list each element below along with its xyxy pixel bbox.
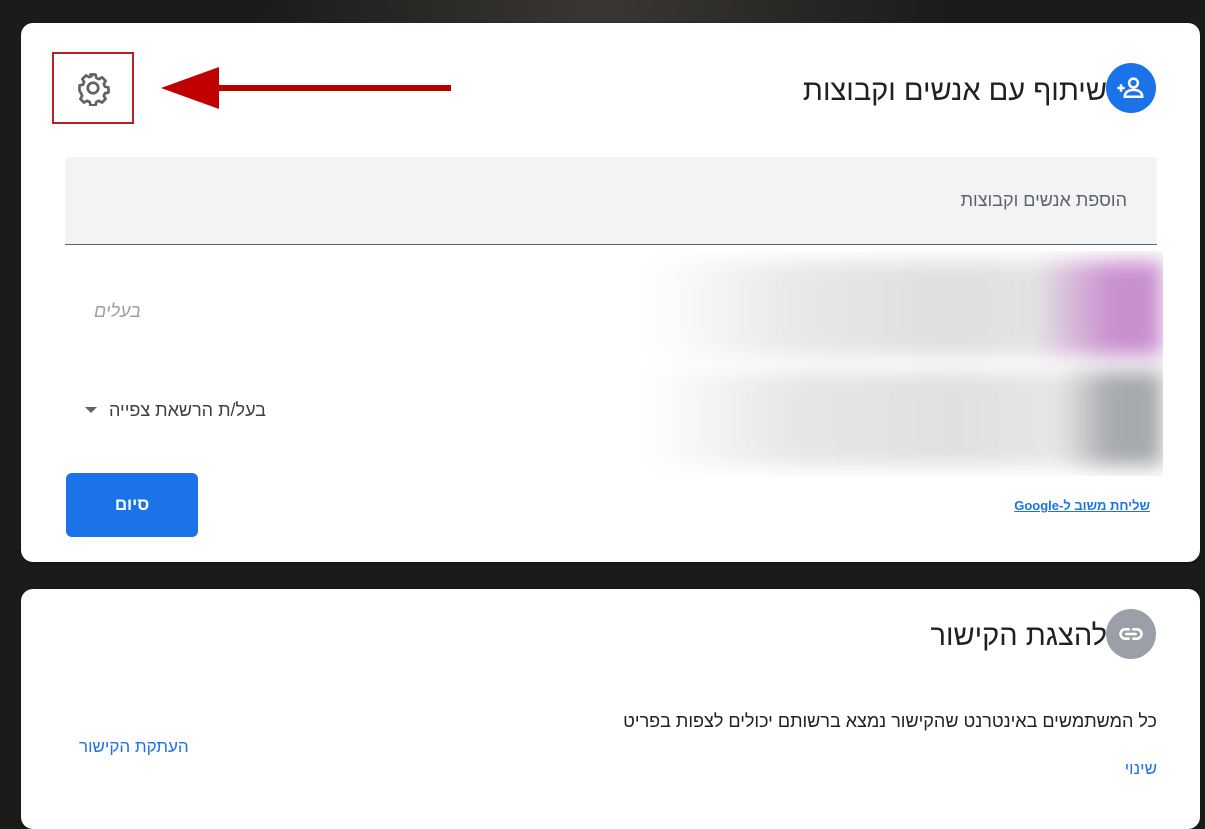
people-list — [643, 251, 1163, 476]
add-people-placeholder: הוספת אנשים וקבוצות — [960, 190, 1127, 210]
owners-label: בעלים — [94, 301, 141, 321]
page-title: שיתוף עם אנשים וקבוצות — [802, 75, 1107, 107]
viewer-row — [643, 371, 1163, 466]
copy-link-button[interactable]: העתקת הקישור — [79, 737, 189, 757]
permission-label: בעל/ת הרשאת צפייה — [109, 399, 266, 420]
link-description: כל המשתמשים באינטרנט שהקישור נמצא ברשותם… — [623, 711, 1157, 731]
gear-icon — [78, 73, 110, 106]
link-icon — [1106, 609, 1156, 659]
permission-dropdown[interactable]: בעל/ת הרשאת צפייה — [85, 395, 266, 425]
done-button[interactable]: סיום — [66, 473, 198, 537]
link-title: להצגת הקישור — [930, 620, 1107, 652]
caret-down-icon — [85, 407, 97, 413]
owner-row — [643, 261, 1163, 356]
add-people-input[interactable]: הוספת אנשים וקבוצות — [65, 157, 1157, 245]
link-panel: להצגת הקישור כל המשתמשים באינטרנט שהקישו… — [21, 589, 1200, 829]
settings-button[interactable] — [52, 52, 134, 124]
change-link-button[interactable]: שינוי — [1125, 759, 1157, 779]
annotation-arrow — [161, 67, 451, 109]
send-feedback-link[interactable]: שליחת משוב ל-Google — [1014, 498, 1150, 513]
add-person-icon — [1106, 63, 1156, 113]
share-dialog: שיתוף עם אנשים וקבוצות הוספת אנשים וקבוצ… — [21, 23, 1200, 562]
